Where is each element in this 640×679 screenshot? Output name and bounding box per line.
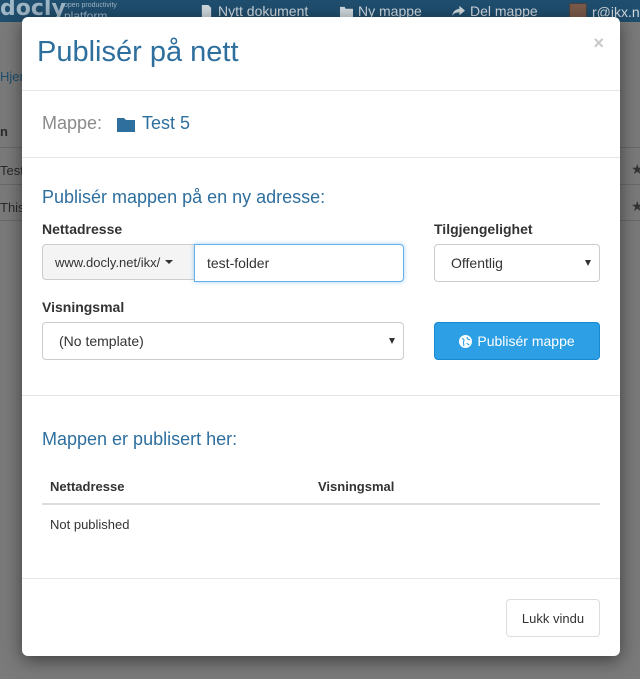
column-header: Visningsmal xyxy=(318,479,395,494)
column-header: Nettadresse xyxy=(50,479,125,494)
template-label: Visningsmal xyxy=(42,299,125,315)
table-header: Nettadresse Visningsmal xyxy=(42,471,600,505)
url-input-group: www.docly.net/ikx/ xyxy=(42,244,404,282)
list-item[interactable]: This xyxy=(0,200,25,215)
published-heading: Mappen er publisert her: xyxy=(42,429,238,449)
star-icon[interactable]: ★ xyxy=(631,161,640,178)
folder-icon xyxy=(117,117,135,132)
globe-icon xyxy=(459,334,473,348)
document-icon xyxy=(201,4,212,18)
publish-heading: Publisér mappen på en ny adresse: xyxy=(42,187,326,207)
access-select[interactable]: Offentlig xyxy=(434,244,600,282)
table-row: Not published xyxy=(42,505,600,543)
template-value: (No template) xyxy=(59,333,144,349)
chevron-down-icon xyxy=(585,260,591,266)
share-icon xyxy=(452,5,465,16)
close-window-button[interactable]: Lukk vindu xyxy=(506,599,600,637)
dialog-header: Publisér på nett × xyxy=(22,17,620,91)
column-header: n xyxy=(0,124,8,139)
close-icon[interactable]: × xyxy=(593,33,604,54)
folder-name-text: Test 5 xyxy=(142,113,191,133)
url-prefix-dropdown[interactable]: www.docly.net/ikx/ xyxy=(42,244,194,280)
published-table: Nettadresse Visningsmal Not published xyxy=(42,471,600,543)
logo-tagline: open productivity xyxy=(64,2,117,9)
list-item[interactable]: Test xyxy=(0,163,24,178)
folder-icon xyxy=(340,6,353,17)
access-label: Tilgjengelighet xyxy=(434,221,533,237)
table-cell: Not published xyxy=(50,517,130,532)
publish-dialog: Publisér på nett × Mappe: Test 5 Publisé… xyxy=(22,17,620,656)
url-path-input[interactable] xyxy=(194,244,404,282)
publish-form: Publisér mappen på en ny adresse: Nettad… xyxy=(22,158,620,396)
folder-name: Test 5 xyxy=(117,113,190,134)
url-label: Nettadresse xyxy=(42,221,123,237)
published-list: Mappen er publisert her: Nettadresse Vis… xyxy=(22,396,620,579)
url-prefix-text: www.docly.net/ikx/ xyxy=(55,254,161,270)
template-select[interactable]: (No template) xyxy=(42,322,404,360)
access-value: Offentlig xyxy=(451,255,503,271)
folder-label: Mappe: xyxy=(42,113,103,133)
dialog-footer: Lukk vindu xyxy=(22,579,620,657)
publish-folder-label: Publisér mappe xyxy=(477,333,575,349)
chevron-down-icon xyxy=(389,338,395,344)
folder-info: Mappe: Test 5 xyxy=(22,91,620,158)
dialog-title: Publisér på nett xyxy=(37,36,239,68)
star-icon[interactable]: ★ xyxy=(631,198,640,215)
caret-down-icon xyxy=(165,260,174,264)
publish-folder-button[interactable]: Publisér mappe xyxy=(434,322,600,360)
